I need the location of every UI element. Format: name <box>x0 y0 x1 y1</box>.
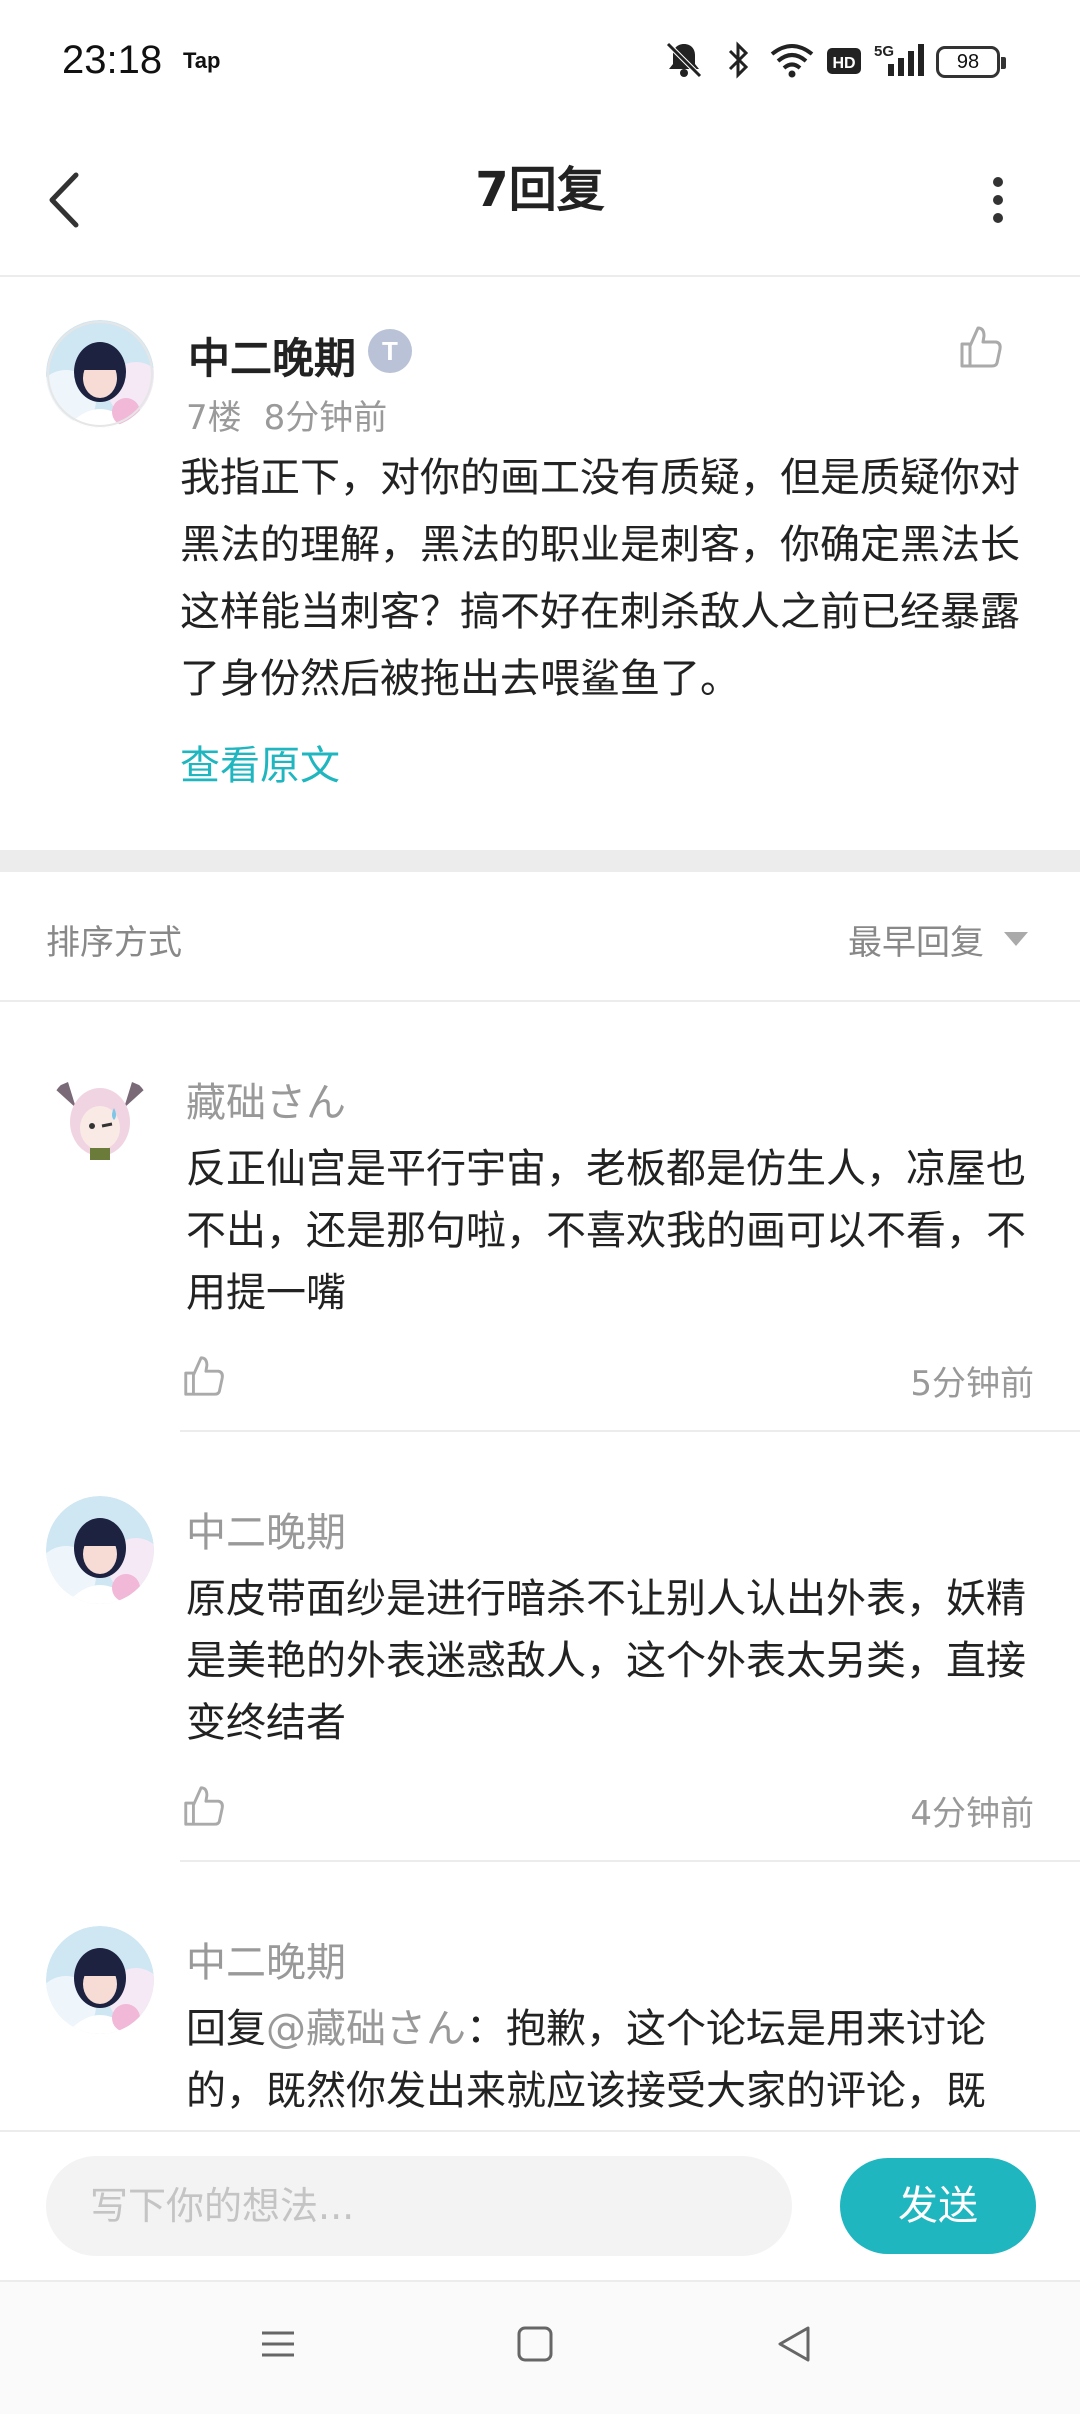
status-time: 23:18 <box>62 38 163 82</box>
view-original-link[interactable]: 查看原文 <box>180 733 340 791</box>
reply-username[interactable]: 藏础さん <box>186 1070 346 1128</box>
system-nav-bar <box>0 2280 1080 2414</box>
mute-bell-icon <box>666 42 702 78</box>
svg-text:5G: 5G <box>874 43 894 60</box>
reply-time: 4分钟前 <box>910 1794 1034 1834</box>
send-button[interactable]: 发送 <box>840 2158 1036 2254</box>
post-username[interactable]: 中二晚期 <box>188 325 356 386</box>
user-level-badge: T <box>368 329 412 373</box>
menu-icon[interactable] <box>258 2324 298 2364</box>
back-triangle-icon[interactable] <box>772 2322 816 2366</box>
bluetooth-icon <box>728 41 749 79</box>
avatar[interactable] <box>46 1496 154 1604</box>
more-vertical-icon[interactable] <box>972 165 1024 235</box>
app-tag: Tap <box>183 48 221 73</box>
reply-username[interactable]: 中二晚期 <box>186 1500 346 1558</box>
wifi-icon <box>770 44 814 78</box>
avatar[interactable] <box>46 1926 154 2034</box>
reply-text: 回复@藏础さん：抱歉，这个论坛是用来讨论的，既然你发出来就应该接受大家的评论，既 <box>186 1998 1036 2122</box>
section-divider <box>0 850 1080 872</box>
reply-text: 反正仙宫是平行宇宙，老板都是仿生人，凉屋也不出，还是那句啦，不喜欢我的画可以不看… <box>186 1146 1026 1316</box>
battery-icon: 98 <box>936 46 1006 78</box>
reply-time: 5分钟前 <box>910 1364 1034 1404</box>
page-title: 7回复 <box>475 162 605 218</box>
reply-prefix: 回复 <box>186 2006 266 2052</box>
svg-text:HD: HD <box>832 55 855 72</box>
top-app-bar: 7回复 <box>0 125 1080 277</box>
mention-link[interactable]: @藏础さん <box>266 2006 466 2052</box>
hd-icon: HD <box>827 48 861 74</box>
sort-dropdown[interactable]: 最早回复 <box>848 915 984 964</box>
5g-signal-icon: 5G <box>874 43 924 76</box>
status-bar: 23:18 Tap HD 5G 98 <box>0 0 1080 125</box>
reply-username[interactable]: 中二晚期 <box>186 1930 346 1988</box>
home-square-icon[interactable] <box>515 2324 555 2364</box>
caret-down-icon[interactable] <box>1004 932 1028 946</box>
post-text: 我指正下，对你的画工没有质疑，但是质疑你对黑法的理解，黑法的职业是刺客，你确定黑… <box>180 455 1020 702</box>
sort-label: 排序方式 <box>46 923 182 963</box>
comment-input-bar: 发送 <box>0 2130 1080 2282</box>
post-meta: 7楼 8分钟前 <box>186 390 409 439</box>
floor-number: 7楼 <box>186 398 242 438</box>
thumbs-up-icon[interactable] <box>956 322 1006 372</box>
avatar[interactable] <box>46 320 154 428</box>
thumbs-up-icon[interactable] <box>180 1782 228 1830</box>
comment-input[interactable] <box>46 2156 792 2256</box>
avatar[interactable] <box>46 1068 154 1176</box>
reply-text: 原皮带面纱是进行暗杀不让别人认出外表，妖精是美艳的外表迷惑敌人，这个外表太另类，… <box>186 1576 1026 1746</box>
post-time: 8分钟前 <box>263 398 388 438</box>
thumbs-up-icon[interactable] <box>180 1352 228 1400</box>
